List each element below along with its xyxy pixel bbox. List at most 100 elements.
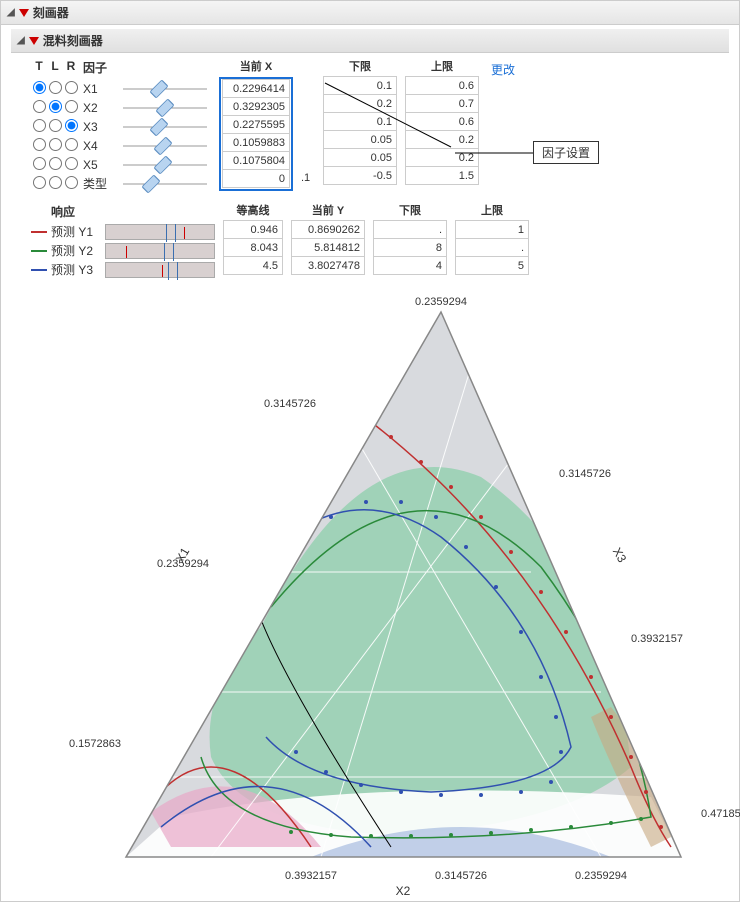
radio-L-X1[interactable]: [49, 81, 62, 94]
svg-text:0.3145726: 0.3145726: [264, 398, 316, 410]
currentY-cell[interactable]: 0.8690262: [291, 220, 365, 239]
contour-cell[interactable]: 0.946: [223, 220, 283, 239]
response-label: 预测 Y1: [51, 223, 101, 240]
resp-upper-cell[interactable]: 5: [455, 256, 529, 275]
response-slider[interactable]: [105, 262, 215, 278]
factor-row-X2: X2: [31, 98, 211, 117]
radio-R-X3[interactable]: [65, 119, 78, 132]
currentX-cell[interactable]: 0.2296414: [222, 79, 290, 98]
factor-label: X2: [83, 101, 119, 115]
radio-T-类型[interactable]: [33, 176, 46, 189]
disclose-icon[interactable]: ◢: [7, 7, 15, 18]
upper-cell[interactable]: 0.2: [405, 148, 479, 167]
factor-row-X5: X5: [31, 155, 211, 174]
radio-L-X2[interactable]: [49, 100, 62, 113]
factor-slider-X2[interactable]: [123, 101, 207, 115]
outer-panel-header[interactable]: ◢ 刻画器: [1, 1, 739, 25]
factor-slider-X1[interactable]: [123, 82, 207, 96]
radio-R-X4[interactable]: [65, 138, 78, 151]
factor-label: X4: [83, 139, 119, 153]
radio-R-类型[interactable]: [65, 176, 78, 189]
hdr-R: R: [63, 59, 79, 76]
factor-slider-X4[interactable]: [123, 139, 207, 153]
currentX-cell[interactable]: 0.2275595: [222, 115, 290, 134]
axis-X2: X2: [396, 884, 411, 897]
radio-T-X3[interactable]: [33, 119, 46, 132]
radio-L-X3[interactable]: [49, 119, 62, 132]
radio-T-X5[interactable]: [33, 157, 46, 170]
lower-cell[interactable]: -0.5: [323, 166, 397, 185]
resp-lower-cell[interactable]: 8: [373, 238, 447, 257]
lower-cell[interactable]: 0.2: [323, 94, 397, 113]
ternary-chart[interactable]: 0.2359294 0.3145726 0.2359294 0.1572863 …: [11, 287, 740, 897]
upper-cell[interactable]: 0.6: [405, 112, 479, 131]
svg-text:0.3145726: 0.3145726: [435, 870, 487, 882]
lower-cell[interactable]: 0.1: [323, 112, 397, 131]
svg-text:0.2359294: 0.2359294: [415, 296, 467, 308]
disclose-icon[interactable]: ◢: [17, 35, 25, 46]
change-link[interactable]: 更改: [487, 59, 519, 80]
radio-T-X4[interactable]: [33, 138, 46, 151]
lower-column: 下限 0.10.20.10.050.05-0.5: [323, 59, 397, 185]
contour-cell[interactable]: 4.5: [223, 256, 283, 275]
hdr-T: T: [31, 59, 47, 76]
response-slider[interactable]: [105, 243, 215, 259]
currentY-cell[interactable]: 3.8027478: [291, 256, 365, 275]
response-row: 预测 Y2: [31, 241, 215, 260]
upper-cell[interactable]: 0.6: [405, 76, 479, 95]
contour-cell[interactable]: 8.043: [223, 238, 283, 257]
suffix-label: .1: [301, 59, 315, 184]
factor-label: 类型: [83, 175, 119, 192]
radio-L-X4[interactable]: [49, 138, 62, 151]
factor-row-X4: X4: [31, 136, 211, 155]
dropdown-icon[interactable]: [19, 9, 29, 17]
factor-slider-X5[interactable]: [123, 158, 207, 172]
radio-L-类型[interactable]: [49, 176, 62, 189]
factor-slider-类型[interactable]: [123, 177, 207, 191]
factor-label: X5: [83, 158, 119, 172]
radio-T-X2[interactable]: [33, 100, 46, 113]
currentX-cell[interactable]: 0.3292305: [222, 97, 290, 116]
radio-T-X1[interactable]: [33, 81, 46, 94]
factor-row-X1: X1: [31, 79, 211, 98]
currentX-cell[interactable]: 0.1075804: [222, 151, 290, 170]
currentX-cell[interactable]: 0.1059883: [222, 133, 290, 152]
currentY-cell[interactable]: 5.814812: [291, 238, 365, 257]
radio-R-X2[interactable]: [65, 100, 78, 113]
radio-R-X1[interactable]: [65, 81, 78, 94]
upper-cell[interactable]: 1.5: [405, 166, 479, 185]
hdr-currentX: 当前 X: [219, 58, 293, 77]
svg-text:0.3932157: 0.3932157: [631, 633, 683, 645]
hdr-contour: 等高线: [223, 202, 283, 221]
hdr-L: L: [47, 59, 63, 76]
radio-L-X5[interactable]: [49, 157, 62, 170]
svg-text:0.3145726: 0.3145726: [559, 468, 611, 480]
resp-lower-cell[interactable]: 4: [373, 256, 447, 275]
currentX-cell[interactable]: 0: [222, 169, 290, 188]
inner-panel-wrap: ◢ 混料刻画器 T L R 因子 X1X2X3X4X5类型: [11, 29, 729, 897]
dropdown-icon[interactable]: [29, 37, 39, 45]
lower-cell[interactable]: 0.05: [323, 148, 397, 167]
inner-panel-header[interactable]: ◢ 混料刻画器: [11, 29, 729, 53]
factor-slider-X3[interactable]: [123, 120, 207, 134]
lower-cell[interactable]: 0.05: [323, 130, 397, 149]
radio-R-X5[interactable]: [65, 157, 78, 170]
inner-title: 混料刻画器: [43, 32, 103, 49]
svg-text:0.3932157: 0.3932157: [285, 870, 337, 882]
response-row: 预测 Y3: [31, 260, 215, 279]
lower-cell[interactable]: 0.1: [323, 76, 397, 95]
hdr-currentY: 当前 Y: [291, 202, 365, 221]
axis-X3: X3: [610, 545, 630, 565]
factor-controls: T L R 因子 X1X2X3X4X5类型 当前 X 0.22964140.32…: [11, 53, 729, 203]
upper-cell[interactable]: 0.2: [405, 130, 479, 149]
upper-cell[interactable]: 0.7: [405, 94, 479, 113]
outer-panel: ◢ 刻画器 ◢ 混料刻画器 T L R 因子: [0, 0, 740, 902]
resp-upper-cell[interactable]: .: [455, 238, 529, 257]
hdr-upper2: 上限: [455, 202, 529, 221]
resp-lower-cell[interactable]: .: [373, 220, 447, 239]
resp-upper-cell[interactable]: 1: [455, 220, 529, 239]
upper-column: 上限 0.60.70.60.20.21.5: [405, 59, 479, 185]
factor-label: X3: [83, 120, 119, 134]
outer-title: 刻画器: [33, 4, 69, 21]
response-slider[interactable]: [105, 224, 215, 240]
